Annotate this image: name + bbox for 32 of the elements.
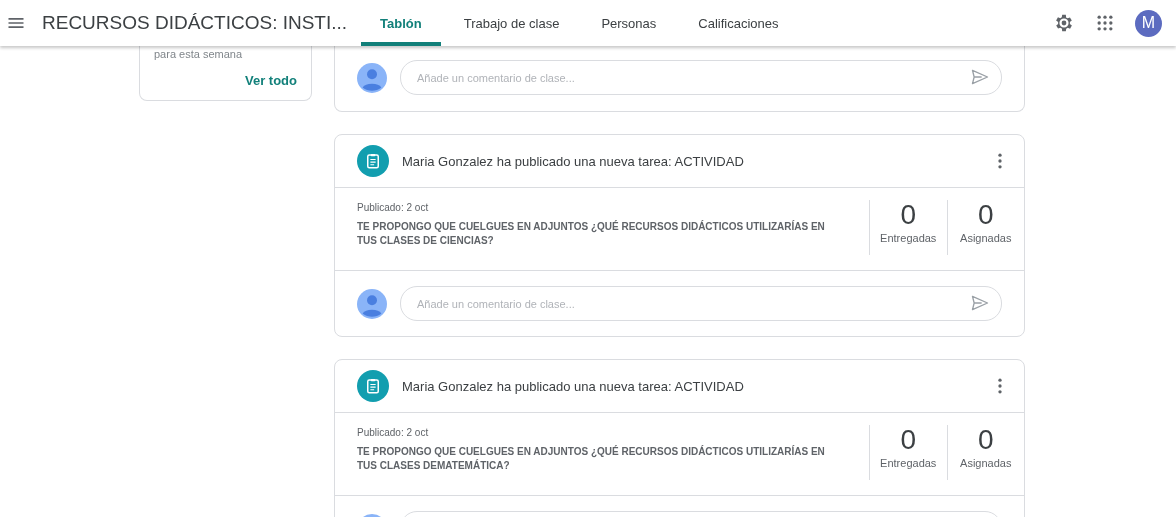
clipboard-icon — [364, 152, 382, 170]
comment-field[interactable]: Añade un comentario de clase... — [400, 286, 1002, 321]
tab[interactable]: Calificaciones — [679, 0, 798, 46]
stat-label: Entregadas — [880, 232, 937, 244]
stat-label: Asignadas — [960, 232, 1012, 244]
assignment-description: TE PROPONGO QUE CUELGUES EN ADJUNTOS ¿QUÉ RECURSOS DIDÁCTICOS UTILIZARÍAS EN TUS CLASES DEMATEMÁTICA? — [357, 445, 826, 473]
settings-icon[interactable] — [1053, 12, 1075, 34]
comment-field[interactable]: Añade un comentario de clase... — [400, 60, 1002, 95]
send-icon[interactable] — [970, 293, 990, 313]
tab[interactable]: Trabajo de clase — [444, 0, 579, 46]
user-avatar-icon — [357, 62, 387, 93]
assignment-description: TE PROPONGO QUE CUELGUES EN ADJUNTOS ¿QUÉ RECURSOS DIDÁCTICOS UTILIZARÍAS EN TUS CLASES DE CIENCIAS? — [357, 220, 826, 248]
view-all-link[interactable]: Ver todo — [245, 73, 297, 88]
stat-label: Entregadas — [880, 457, 937, 469]
stat-count: 0 — [900, 425, 917, 455]
post-title: Maria Gonzalez ha publicado una nueva tarea: ACTIVIDAD — [402, 153, 745, 169]
post-title: Maria Gonzalez ha publicado una nueva tarea: ACTIVIDAD — [402, 378, 745, 394]
stat-label: Asignadas — [960, 457, 1012, 469]
tab[interactable]: Tablón — [361, 0, 441, 46]
user-avatar-icon — [357, 288, 387, 319]
clipboard-icon — [364, 377, 382, 395]
account-avatar[interactable]: M — [1135, 9, 1162, 37]
stat-count: 0 — [900, 200, 917, 230]
stat-count: 0 — [977, 200, 994, 230]
published-date: Publicado: 2 oct — [357, 427, 430, 438]
apps-grid-icon[interactable] — [1095, 13, 1115, 33]
published-date: Publicado: 2 oct — [357, 202, 430, 213]
send-icon[interactable] — [970, 67, 990, 87]
tab[interactable]: Personas — [582, 0, 676, 46]
upcoming-text: para esta semana — [154, 48, 244, 60]
stat-count: 0 — [977, 425, 994, 455]
class-title: RECURSOS DIDÁCTICOS: INSTI... — [42, 11, 348, 35]
